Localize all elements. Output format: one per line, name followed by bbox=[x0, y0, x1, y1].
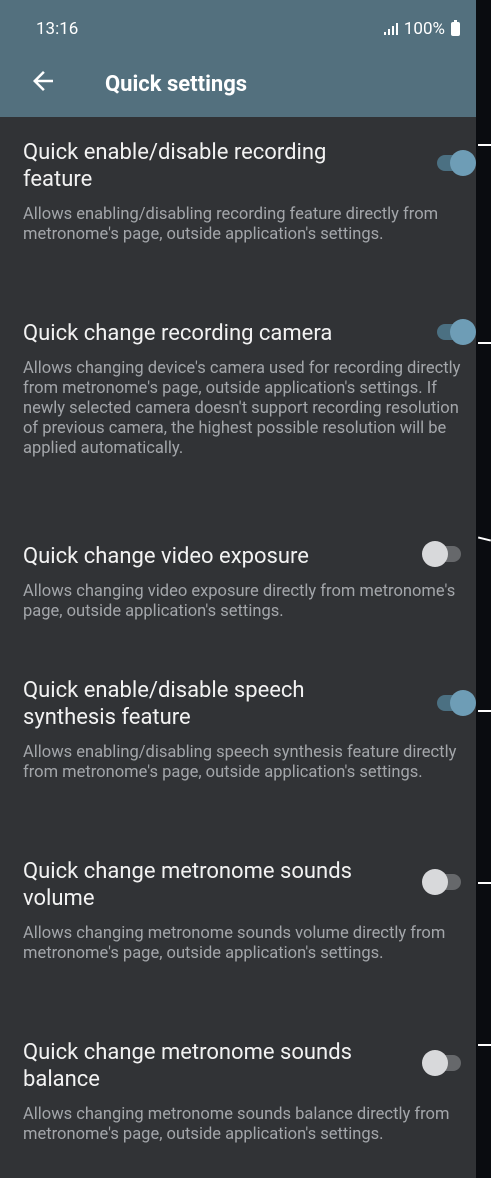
setting-speech-synthesis: Quick enable/disable speech synthesis fe… bbox=[23, 677, 476, 783]
status-bar: 13:16 100% bbox=[0, 0, 476, 48]
header: 13:16 100% Quick settings bbox=[0, 0, 476, 117]
setting-recording-feature: Quick enable/disable recording feature A… bbox=[23, 139, 476, 245]
edge-line bbox=[478, 882, 491, 884]
toggle-thumb bbox=[422, 869, 448, 895]
toggle-thumb bbox=[422, 541, 448, 567]
status-indicators: 100% bbox=[383, 19, 460, 39]
edge-line bbox=[478, 342, 491, 344]
toggle-sounds-balance[interactable] bbox=[422, 1050, 461, 1076]
edge-line bbox=[478, 1044, 491, 1046]
setting-description: Allows changing video exposure directly … bbox=[23, 582, 456, 621]
setting-title: Quick enable/disable speech synthesis fe… bbox=[23, 678, 305, 730]
toggle-recording-camera[interactable] bbox=[437, 319, 476, 345]
battery-percentage: 100% bbox=[403, 19, 445, 39]
setting-description: Allows changing device's camera used for… bbox=[23, 359, 461, 458]
toggle-thumb bbox=[450, 319, 476, 345]
toggle-recording-feature[interactable] bbox=[437, 150, 476, 176]
setting-description: Allows changing metronome sounds balance… bbox=[23, 1105, 450, 1144]
setting-title: Quick enable/disable recording feature bbox=[23, 140, 327, 192]
signal-icon bbox=[383, 23, 398, 35]
setting-sounds-balance: Quick change metronome sounds balance Al… bbox=[23, 1039, 476, 1145]
toggle-thumb bbox=[450, 690, 476, 716]
back-button[interactable] bbox=[28, 66, 58, 96]
toggle-video-exposure[interactable] bbox=[422, 541, 461, 567]
status-time: 13:16 bbox=[36, 19, 79, 39]
edge-line bbox=[477, 536, 491, 542]
setting-description: Allows enabling/disabling speech synthes… bbox=[23, 743, 457, 782]
setting-title: Quick change metronome sounds volume bbox=[23, 859, 352, 911]
battery-icon bbox=[451, 20, 460, 36]
edge-line bbox=[478, 710, 491, 712]
edge-line bbox=[478, 144, 491, 146]
setting-title: Quick change metronome sounds balance bbox=[23, 1040, 352, 1092]
toggle-thumb bbox=[422, 1050, 448, 1076]
setting-description: Allows changing metronome sounds volume … bbox=[23, 924, 446, 963]
app-bar: Quick settings bbox=[0, 50, 476, 117]
setting-sounds-volume: Quick change metronome sounds volume All… bbox=[23, 858, 476, 964]
setting-video-exposure: Quick change video exposure Allows chang… bbox=[23, 543, 476, 622]
toggle-speech-synthesis[interactable] bbox=[437, 690, 476, 716]
toggle-thumb bbox=[450, 150, 476, 176]
toggle-sounds-volume[interactable] bbox=[422, 869, 461, 895]
setting-description: Allows enabling/disabling recording feat… bbox=[23, 205, 439, 244]
arrow-left-icon bbox=[33, 71, 53, 91]
page-title: Quick settings bbox=[105, 72, 248, 97]
setting-recording-camera: Quick change recording camera Allows cha… bbox=[23, 320, 476, 459]
setting-title: Quick change recording camera bbox=[23, 321, 333, 346]
setting-title: Quick change video exposure bbox=[23, 544, 309, 569]
screen: 13:16 100% Quick settings Quick enable/d… bbox=[0, 0, 476, 1178]
